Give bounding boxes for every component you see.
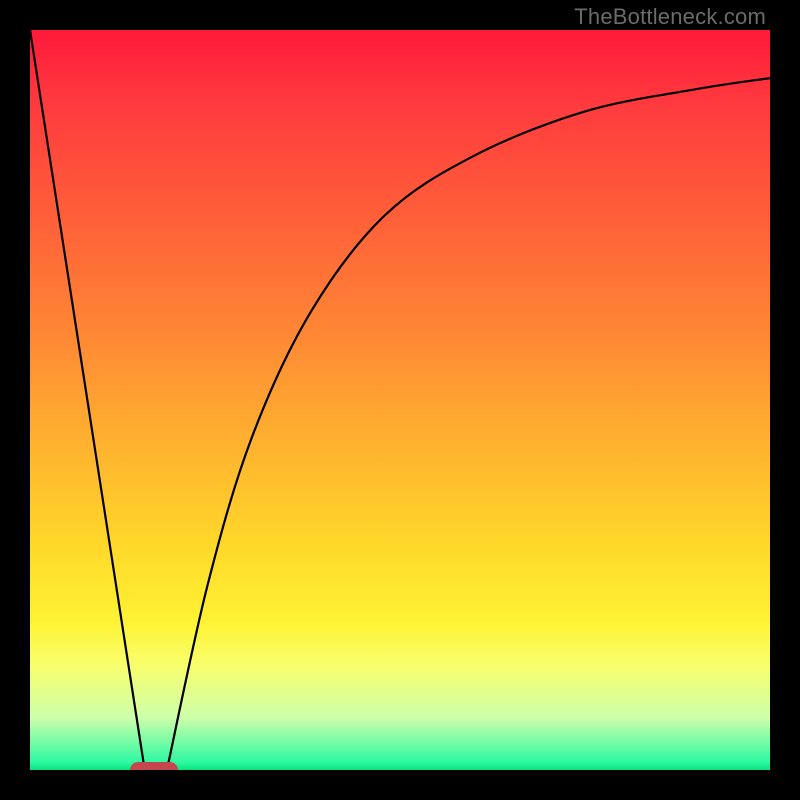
valley-marker (130, 762, 178, 770)
chart-curves (30, 30, 770, 770)
chart-outer-frame: TheBottleneck.com (0, 0, 800, 800)
watermark-text: TheBottleneck.com (574, 4, 766, 30)
plot-area (30, 30, 770, 770)
curve-left-branch (30, 30, 145, 770)
curve-right-branch (167, 78, 770, 770)
